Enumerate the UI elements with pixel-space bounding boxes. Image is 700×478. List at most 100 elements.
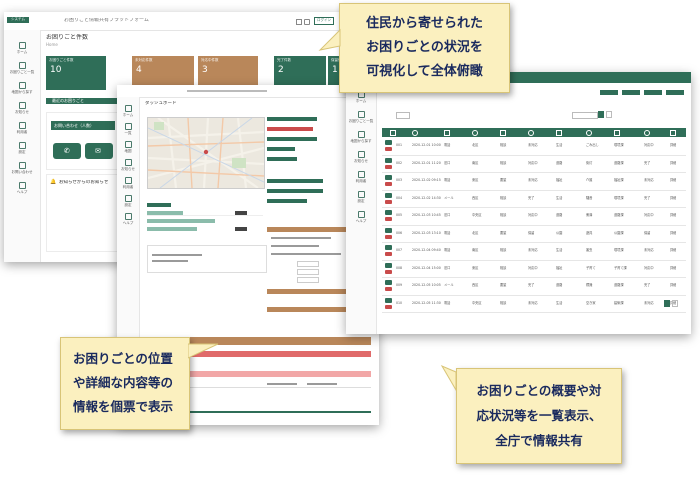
detail-link[interactable]: 詳細 [670, 161, 676, 166]
edit-button[interactable] [385, 157, 392, 163]
login-chip[interactable]: ログイン [314, 17, 334, 25]
edit-button[interactable] [385, 297, 392, 303]
table-row[interactable]: 005 2020-12-03 10:45 窓口 中央区 相談 対応中 道路 側溝 道路課 対応中 詳… [382, 208, 686, 226]
location-map[interactable] [147, 117, 265, 189]
table-row[interactable]: 004 2020-12-02 14:30 メール 西区 相談 完了 生活 騒音 環境課 完了 詳細 [382, 191, 686, 208]
edit-button[interactable] [385, 140, 392, 145]
table-row[interactable]: 002 2020-12-01 11:20 窓口 南区 相談 対応中 道路 街灯 道路課 完了 詳細 [382, 156, 686, 173]
page-size-select[interactable] [396, 112, 410, 119]
table-row[interactable]: 003 2020-12-02 09:15 電話 東区 要望 未対応 福祉 介護 福祉課 未対応 詳細 [382, 173, 686, 191]
pagination-bottom-next[interactable] [672, 300, 678, 307]
detail-link[interactable]: 詳細 [670, 143, 676, 148]
delete-button[interactable] [385, 234, 392, 239]
edit-button[interactable] [385, 210, 392, 215]
action-button[interactable] [600, 90, 618, 95]
mail-button[interactable]: ✉ [85, 143, 113, 159]
form-field-box[interactable] [297, 277, 319, 283]
edit-button[interactable] [385, 262, 392, 268]
table-row[interactable]: 009 2020-12-05 10:05 メール 西区 要望 完了 道路 標識 道路課 完了 詳細 [382, 278, 686, 296]
table-cell: 未対応 [528, 300, 538, 305]
breadcrumb[interactable]: Home [46, 42, 58, 47]
form-field[interactable] [271, 253, 341, 255]
sidebar-label: ヘルプ [355, 219, 367, 223]
sidebar-item-list[interactable]: 一覧 [118, 123, 138, 136]
recent-filter-bar[interactable]: 最近のお困りごと [46, 98, 122, 104]
sidebar-item-map[interactable]: 地図から探す [6, 82, 38, 95]
form-field[interactable] [271, 245, 319, 247]
chat-icon[interactable] [304, 19, 310, 25]
detail-link[interactable]: 詳細 [670, 283, 676, 288]
list-window: ホーム お困りごと一覧 地図から探す お知らせ 利用者 設定 ヘルプ 001 20… [346, 72, 691, 334]
sidebar-item-help[interactable]: ヘルプ [347, 211, 375, 224]
edit-button[interactable] [385, 280, 392, 285]
detail-link[interactable]: 詳細 [670, 213, 676, 218]
status-button[interactable] [235, 211, 247, 215]
form-field-box[interactable] [297, 269, 319, 275]
callout-line: 情報を個票で表示 [73, 399, 174, 414]
sidebar-item-settings[interactable]: 設定 [118, 195, 138, 208]
delete-button[interactable] [385, 304, 392, 309]
pagination-next[interactable] [606, 111, 612, 118]
sidebar-item-help[interactable]: ヘルプ [6, 182, 38, 195]
sidebar-item-notice[interactable]: お知らせ [118, 159, 138, 172]
delete-button[interactable] [385, 182, 392, 186]
detail-link[interactable]: 詳細 [670, 266, 676, 271]
action-button[interactable] [644, 90, 662, 95]
pagination-current[interactable] [598, 111, 604, 118]
sidebar-item-map[interactable]: 地図から探す [347, 131, 375, 144]
edit-button[interactable] [385, 175, 392, 180]
table-row[interactable]: 008 2020-12-04 15:00 窓口 東区 相談 対応中 福祉 子育て 子育て課 対応中… [382, 261, 686, 278]
stat-card-total[interactable]: お困りごと件数 10 [46, 56, 106, 90]
delete-button[interactable] [385, 217, 392, 221]
sidebar-item-contact[interactable]: お問い合わせ [6, 162, 38, 175]
sidebar-item-list[interactable]: お困りごと一覧 [347, 111, 375, 124]
delete-button[interactable] [385, 164, 392, 169]
delete-button[interactable] [385, 287, 392, 291]
sidebar-item-users[interactable]: 利用者 [118, 177, 138, 190]
form-section-header [267, 189, 323, 193]
delete-button[interactable] [385, 269, 392, 274]
sidebar-item-map[interactable]: 地図 [118, 141, 138, 154]
sidebar-item-help[interactable]: ヘルプ [118, 213, 138, 226]
table-cell: ごみ出し [586, 143, 599, 147]
detail-link[interactable]: 詳細 [670, 178, 676, 183]
app-badge[interactable]: システム [7, 17, 29, 23]
memo-area[interactable] [147, 245, 267, 273]
form-field-box[interactable] [297, 261, 319, 267]
detail-link[interactable]: 詳細 [670, 196, 676, 201]
table-row[interactable]: 007 2020-12-04 09:40 電話 南区 相談 未対応 生活 害虫 環境課 未対応 詳細 [382, 243, 686, 261]
sidebar-item-home[interactable]: ホーム [6, 42, 38, 55]
table-row[interactable]: 010 2020-12-05 11:30 電話 中央区 相談 未対応 生活 空き家 建築課 未対応… [382, 296, 686, 313]
sidebar-item-notice[interactable]: お知らせ [347, 151, 375, 164]
sidebar-item-settings[interactable]: 設定 [6, 142, 38, 155]
form-section-header [267, 117, 317, 121]
table-row[interactable]: 006 2020-12-03 13:10 電話 北区 要望 保留 公園 遊具 公園課 保留 詳細 [382, 226, 686, 243]
window-icon[interactable] [296, 19, 302, 25]
table-row[interactable]: 001 2020-12-01 10:00 電話 北区 相談 未対応 生活 ごみ出し 環境課 対応中… [382, 138, 686, 156]
action-button[interactable] [622, 90, 640, 95]
detail-link[interactable]: 詳細 [670, 248, 676, 253]
phone-button[interactable]: ✆ [53, 143, 81, 159]
search-input[interactable] [572, 112, 598, 119]
status-header [147, 203, 171, 207]
status-button[interactable] [235, 227, 247, 231]
delete-button[interactable] [385, 252, 392, 256]
sidebar-item-settings[interactable]: 設定 [347, 191, 375, 204]
table-cell: 2020-12-03 10:45 [412, 213, 441, 217]
delete-button[interactable] [385, 147, 392, 151]
sidebar-item-users[interactable]: 利用者 [347, 171, 375, 184]
pagination-bottom[interactable] [664, 300, 670, 307]
action-button[interactable] [666, 90, 684, 95]
sidebar-item-users[interactable]: 利用者 [6, 122, 38, 135]
sidebar-item-list[interactable]: お困りごと一覧 [6, 62, 38, 75]
detail-link[interactable]: 詳細 [670, 231, 676, 236]
sidebar-item-home[interactable]: ホーム [118, 105, 138, 118]
form-field[interactable] [271, 237, 331, 239]
sidebar-item-notice[interactable]: お知らせ [6, 102, 38, 115]
table-cell: 2020-12-02 09:15 [412, 178, 441, 182]
edit-button[interactable] [385, 192, 392, 198]
edit-button[interactable] [385, 227, 392, 233]
delete-button[interactable] [385, 199, 392, 204]
table-header [382, 128, 686, 137]
edit-button[interactable] [385, 245, 392, 250]
